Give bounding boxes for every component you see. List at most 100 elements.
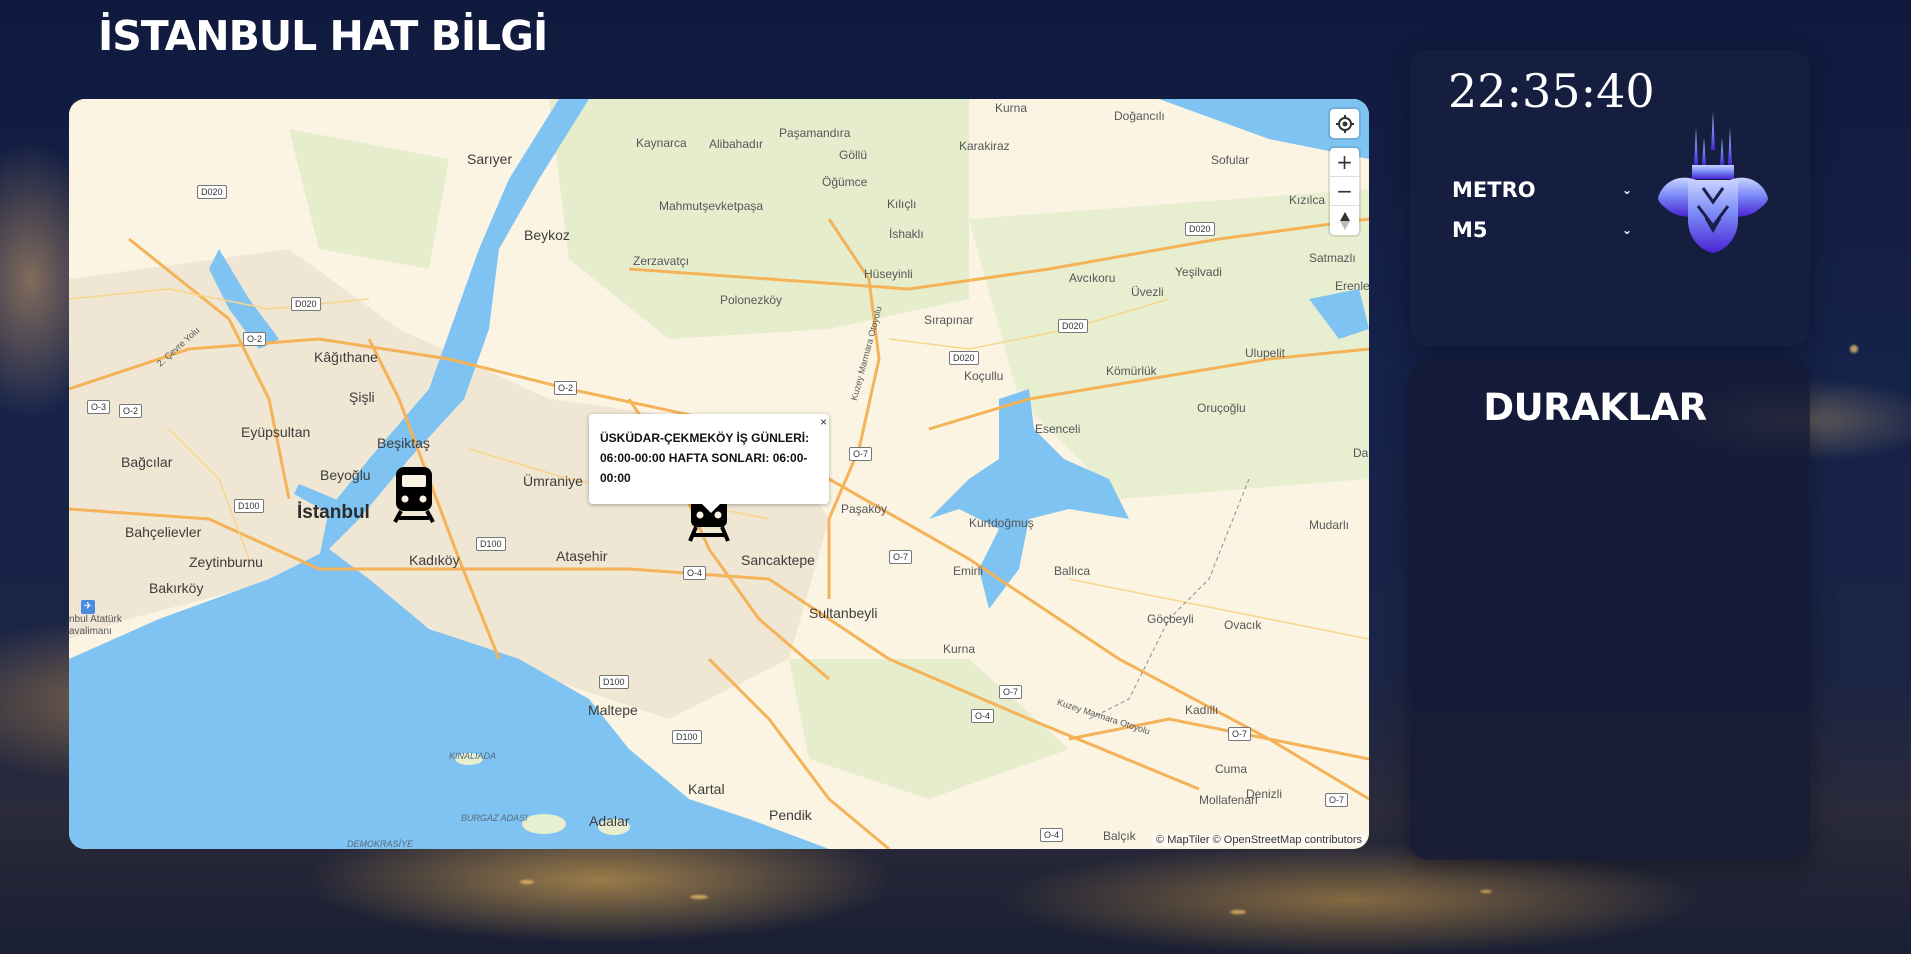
place-label: Paşamandıra: [779, 126, 851, 140]
place-label: Satmazlı: [1309, 251, 1356, 265]
place-label: Alibahadır: [709, 137, 764, 151]
place-label: Eyüpsultan: [241, 424, 311, 440]
geolocate-control: [1330, 109, 1359, 138]
place-label: Balçık: [1103, 829, 1136, 843]
place-label: Adalar: [589, 813, 630, 829]
stops-title: DURAKLAR: [1483, 386, 1707, 429]
place-label: DEMOKRASİYE: [347, 839, 414, 849]
place-label: KINALIADA: [449, 751, 497, 761]
place-label: Şişli: [349, 389, 375, 405]
ibb-logo: [1658, 112, 1768, 253]
place-label: Mahmutşevketpaşa: [659, 199, 764, 213]
zoom-out-button[interactable]: −: [1330, 177, 1359, 206]
place-label: Kızılca: [1289, 193, 1326, 207]
road-shield: O-4: [683, 566, 707, 580]
compass-button[interactable]: [1330, 206, 1359, 235]
road-shield: O-7: [849, 447, 873, 461]
place-label: Kaynarca: [636, 136, 687, 150]
airport-icon: ✈: [81, 600, 95, 614]
place-label: Ballıca: [1054, 564, 1091, 578]
place-label: Üvezli: [1131, 285, 1164, 299]
place-label: Paşaköy: [841, 502, 888, 516]
road-shield: D020: [949, 351, 979, 365]
popup-close-button[interactable]: ×: [820, 412, 827, 432]
road-shield: O-7: [1325, 793, 1349, 807]
place-label: Koçullu: [964, 369, 1004, 383]
clock: 22:35:40: [1448, 64, 1655, 118]
place-label: Ümraniye: [523, 473, 583, 489]
zoom-control: + −: [1330, 148, 1359, 235]
road-shield: D100: [476, 537, 506, 551]
map-attribution[interactable]: © MapTiler © OpenStreetMap contributors: [1153, 834, 1365, 846]
place-label: nbul Atatürk avalimanı: [69, 614, 122, 637]
road-shield: O-4: [971, 709, 995, 723]
place-label: Erenler: [1335, 279, 1369, 293]
line-type-select-value: METRO: [1452, 178, 1536, 202]
road-shield: D020: [197, 185, 227, 199]
place-label: Cuma: [1215, 762, 1248, 776]
road-shield: O-4: [1040, 828, 1064, 842]
popup-text: ÜSKÜDAR-ÇEKMEKÖY İŞ GÜNLERİ: 06:00-00:00…: [600, 431, 810, 485]
place-label: Bakırköy: [149, 580, 204, 596]
geolocate-button[interactable]: [1330, 109, 1359, 138]
train-station-marker[interactable]: [393, 465, 435, 523]
chevron-down-icon: ⌄: [1621, 223, 1632, 237]
place-label: İstanbul: [297, 502, 370, 523]
chevron-down-icon: ⌄: [1621, 183, 1632, 197]
place-label: Beykoz: [524, 227, 570, 243]
line-selector-panel: 22:35:40 METRO ⌄ M5 ⌄: [1410, 50, 1810, 346]
place-label: Doğancılı: [1114, 109, 1165, 123]
place-label: Beşiktaş: [377, 435, 430, 451]
place-label: Kâğıthane: [314, 349, 378, 365]
road-shield: D100: [234, 499, 264, 513]
place-label: Kartal: [688, 781, 725, 797]
road-shield: O-7: [889, 550, 913, 564]
road-shield: O-7: [999, 685, 1023, 699]
zoom-in-button[interactable]: +: [1330, 148, 1359, 177]
place-label: Dar: [1353, 446, 1369, 460]
place-label: Ovacık: [1224, 618, 1262, 632]
place-label: Polonezköy: [720, 293, 783, 307]
place-label: Ataşehir: [556, 548, 608, 564]
place-label: Beyoğlu: [320, 467, 371, 483]
place-label: Göçbeyli: [1147, 612, 1194, 626]
stops-panel: DURAKLAR: [1410, 360, 1810, 860]
place-label: Sultanbeyli: [809, 605, 878, 621]
place-label: Sırapınar: [924, 313, 974, 327]
place-label: Ulupelit: [1245, 346, 1286, 360]
line-select[interactable]: M5 ⌄: [1452, 215, 1632, 245]
road-shield: D020: [291, 297, 321, 311]
place-label: Zerzavatçı: [633, 254, 690, 268]
place-label: Kılıçlı: [887, 197, 917, 211]
place-label: Avcıkoru: [1069, 271, 1116, 285]
place-label: Kömürlük: [1106, 364, 1157, 378]
map-view[interactable]: Kurna Doğancılı Paşamandıra Kaynarca Ali…: [69, 99, 1369, 849]
place-label: İshaklı: [889, 227, 924, 241]
road-shield: O-7: [1228, 727, 1252, 741]
place-label: Oruçoğlu: [1197, 401, 1246, 415]
place-label: Mudarlı: [1309, 518, 1350, 532]
place-label: Kurna: [995, 101, 1028, 115]
place-label: Kurtdoğmuş: [969, 516, 1034, 530]
app-title: İSTANBUL HAT BİLGİ: [98, 12, 548, 60]
station-popup: ÜSKÜDAR-ÇEKMEKÖY İŞ GÜNLERİ: 06:00-00:00…: [589, 412, 829, 513]
place-label: Göllü: [839, 148, 868, 162]
place-label: BURGAZ ADASI: [461, 813, 528, 823]
road-shield: D020: [1185, 222, 1215, 236]
road-shield: O-2: [243, 332, 267, 346]
crosshair-icon: [1335, 114, 1354, 133]
place-label: Kadıllı: [1185, 703, 1219, 717]
place-label: Kadıköy: [409, 552, 460, 568]
place-label: Bahçelievler: [125, 524, 202, 540]
road-shield: O-3: [87, 400, 111, 414]
road-shield: D100: [599, 675, 629, 689]
place-label: Pendik: [769, 807, 812, 823]
place-label: Zeytinburnu: [189, 554, 263, 570]
place-label: Denizli: [1246, 787, 1283, 801]
road-shield: O-2: [554, 381, 578, 395]
road-shield: D020: [1058, 319, 1088, 333]
place-label: Sancaktepe: [741, 552, 815, 568]
place-label: Kurna: [943, 642, 976, 656]
place-label: Bağcılar: [121, 454, 173, 470]
line-type-select[interactable]: METRO ⌄: [1452, 175, 1632, 205]
